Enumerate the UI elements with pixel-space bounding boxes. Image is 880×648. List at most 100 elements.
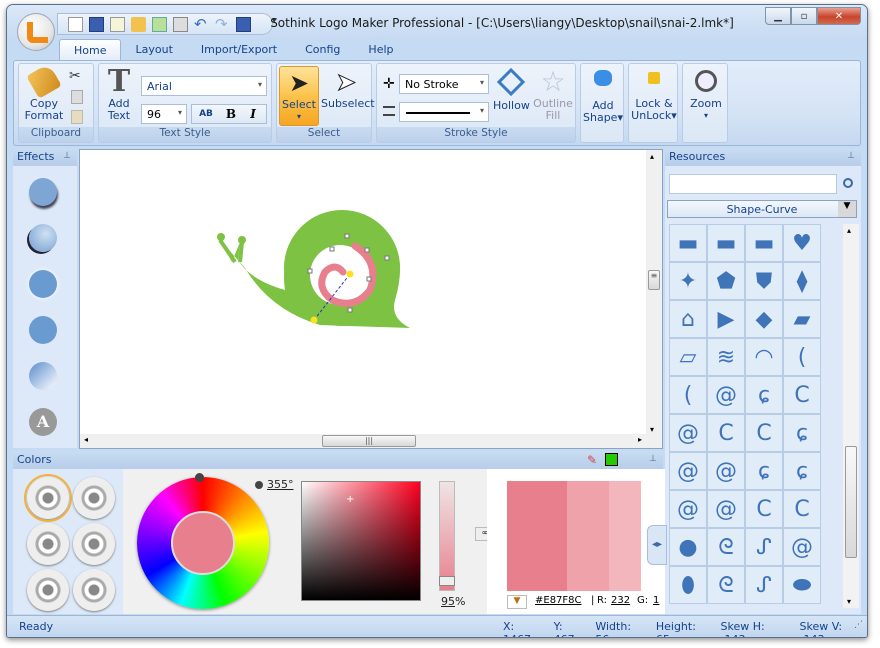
color-scheme-button[interactable]	[24, 474, 72, 522]
horizontal-scroll-thumb[interactable]: |||	[322, 435, 416, 447]
bold-button[interactable]: B	[220, 107, 242, 121]
shape-item[interactable]: @	[707, 490, 745, 528]
shape-item[interactable]: ▰	[783, 300, 821, 338]
shape-item[interactable]: @	[707, 376, 745, 414]
italic-button[interactable]: I	[242, 107, 264, 121]
resize-grip-icon[interactable]: ⋰	[854, 620, 863, 630]
scroll-up-icon[interactable]: ▴	[847, 226, 851, 235]
shape-item[interactable]: C	[745, 490, 783, 528]
red-value[interactable]: 232	[611, 595, 630, 606]
scroll-down-icon[interactable]: ▾	[847, 597, 851, 606]
shape-item[interactable]: ✦	[669, 262, 707, 300]
tab-home[interactable]: Home	[59, 39, 122, 61]
effect-reflection[interactable]	[29, 316, 57, 344]
green-value[interactable]: 1	[653, 595, 659, 606]
tab-import-export[interactable]: Import/Export	[187, 39, 291, 61]
vertical-scroll-thumb[interactable]: ≡	[648, 270, 660, 290]
scroll-up-icon[interactable]: ▴	[650, 152, 654, 161]
font-size-select[interactable]: 96 ▾	[141, 104, 187, 124]
shape-item[interactable]: ▶	[707, 300, 745, 338]
color-scheme-button[interactable]	[73, 523, 115, 565]
shape-item[interactable]: ⛊	[745, 262, 783, 300]
color-scheme-button[interactable]	[27, 523, 69, 565]
color-format-dropdown[interactable]: ▼	[507, 595, 527, 609]
outline-fill-button[interactable]: ☆ Outline Fill	[531, 66, 575, 122]
zoom-button[interactable]: Zoom ▾	[685, 68, 727, 122]
font-select[interactable]: Arial ▾	[141, 76, 267, 96]
paste-icon[interactable]	[71, 110, 83, 124]
shape-item[interactable]: ▱	[669, 338, 707, 376]
shape-item[interactable]: ⌂	[669, 300, 707, 338]
shape-item[interactable]: @	[669, 452, 707, 490]
picker-crosshair[interactable]: +	[346, 494, 354, 505]
expand-panel-button[interactable]: ◂▸	[647, 525, 667, 565]
copy-icon[interactable]	[71, 90, 83, 104]
tab-help[interactable]: Help	[354, 39, 407, 61]
shape-item[interactable]: C	[745, 414, 783, 452]
current-color-swatch[interactable]	[605, 453, 618, 466]
shape-category-select[interactable]: Shape-Curve ▼	[667, 200, 857, 218]
shape-item[interactable]: ⬬	[783, 566, 821, 604]
color-scheme-button[interactable]	[73, 569, 115, 611]
shape-item[interactable]: ⧫	[783, 262, 821, 300]
swatch-light[interactable]	[567, 481, 609, 591]
shape-item[interactable]: ⬟	[707, 262, 745, 300]
shape-item[interactable]: C	[783, 376, 821, 414]
copy-format-button[interactable]: Copy Format	[23, 63, 65, 122]
hue-handle[interactable]	[195, 473, 204, 482]
shape-item[interactable]: ⬮	[669, 566, 707, 604]
shape-item[interactable]: ɕ	[745, 376, 783, 414]
resources-scrollbar[interactable]: ▴ ▾	[843, 224, 859, 608]
lock-unlock-button[interactable]: Lock & UnLock▾	[631, 68, 677, 122]
shape-item[interactable]: ▬	[707, 224, 745, 262]
resource-search-input[interactable]	[669, 174, 837, 194]
shape-item[interactable]: ᔑ	[745, 566, 783, 604]
swatch-main[interactable]	[507, 481, 567, 591]
shape-item[interactable]: @	[783, 528, 821, 566]
pin-icon[interactable]: ⊥	[63, 151, 71, 161]
tab-config[interactable]: Config	[291, 39, 354, 61]
shape-item[interactable]: ᘓ	[707, 528, 745, 566]
canvas-vertical-scrollbar[interactable]: ▴ ≡ ▾	[646, 150, 662, 436]
subselect-button[interactable]: ➤ Subselect	[321, 66, 375, 110]
app-menu-button[interactable]	[17, 13, 55, 51]
shape-item[interactable]: C	[783, 490, 821, 528]
add-shape-button[interactable]: Add Shape▾	[583, 68, 623, 124]
hex-value[interactable]: #E87F8C	[535, 595, 582, 606]
effect-glow[interactable]	[29, 270, 57, 298]
scroll-left-icon[interactable]: ◂	[84, 435, 88, 444]
shape-item[interactable]: ▬	[745, 224, 783, 262]
cut-icon[interactable]: ✂	[69, 68, 81, 84]
shape-item[interactable]: ɕ	[783, 452, 821, 490]
hollow-button[interactable]: Hollow	[493, 67, 530, 112]
shape-item[interactable]: ◠	[745, 338, 783, 376]
scroll-right-icon[interactable]: ▸	[638, 435, 642, 444]
effect-text[interactable]: A	[29, 408, 57, 436]
select-button[interactable]: ➤ Select ▾	[279, 66, 319, 126]
maximize-button[interactable]: ▫	[791, 7, 817, 25]
eyedropper-icon[interactable]: ✎	[587, 453, 597, 467]
shape-item[interactable]: ɕ	[783, 414, 821, 452]
shape-item[interactable]: ●	[669, 528, 707, 566]
swatch-lighter[interactable]	[609, 481, 641, 591]
canvas-area[interactable]: ▴ ≡ ▾ ◂ ||| ▸	[79, 149, 663, 449]
shape-item[interactable]: ♥	[783, 224, 821, 262]
shape-item[interactable]: C	[707, 414, 745, 452]
shape-item[interactable]: (	[669, 376, 707, 414]
close-button[interactable]: ✕	[817, 7, 861, 25]
shape-item[interactable]: ◆	[745, 300, 783, 338]
effect-bevel[interactable]	[29, 224, 57, 252]
tab-layout[interactable]: Layout	[121, 39, 186, 61]
snail-drawing[interactable]	[80, 150, 646, 434]
hue-value[interactable]: 355°	[267, 478, 294, 491]
minimize-button[interactable]: ▁	[765, 7, 791, 25]
resources-scroll-thumb[interactable]	[845, 446, 857, 558]
color-scheme-button[interactable]	[73, 477, 115, 519]
shape-item[interactable]: ▬	[669, 224, 707, 262]
char-spacing-button[interactable]: AB	[192, 109, 220, 119]
shape-item[interactable]: ᘓ	[707, 566, 745, 604]
shape-item[interactable]: @	[707, 452, 745, 490]
shape-item[interactable]: @	[669, 490, 707, 528]
shape-item[interactable]: ɕ	[745, 452, 783, 490]
shape-item[interactable]: (	[783, 338, 821, 376]
